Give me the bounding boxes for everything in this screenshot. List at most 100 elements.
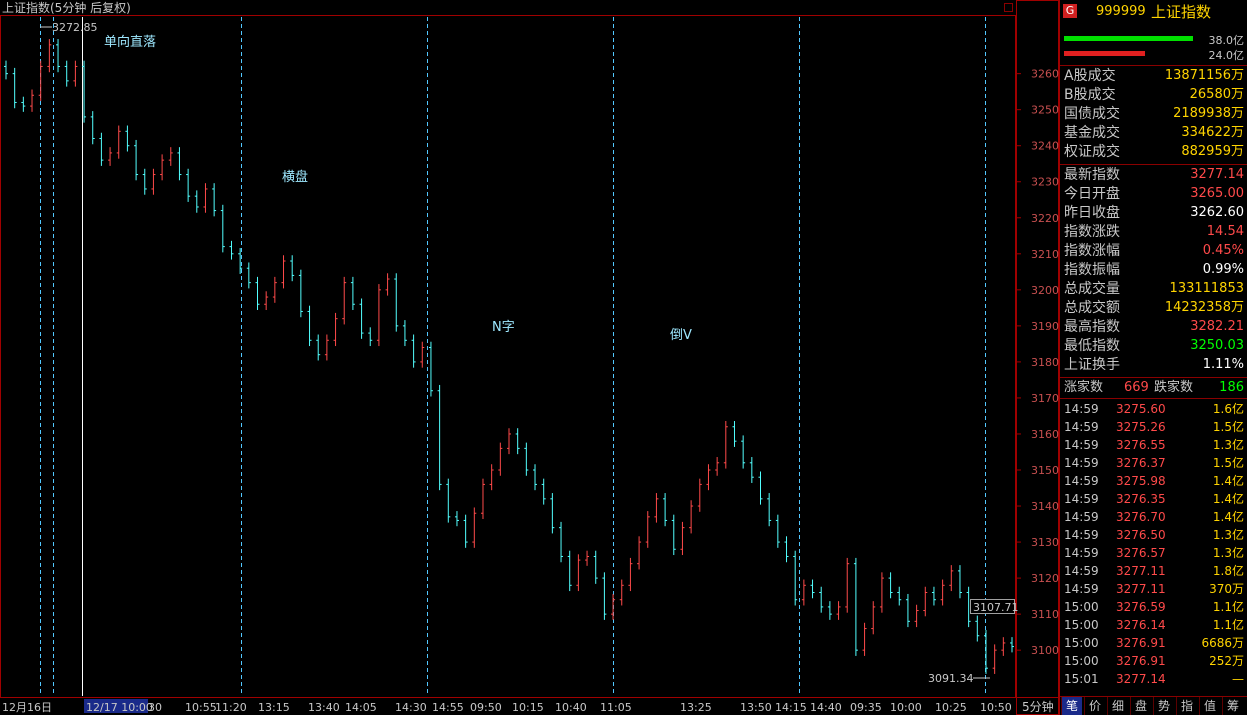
tick-time: 14:59 <box>1064 564 1099 578</box>
kline-chart: 上证指数(5分钟 后复权) 3100 3110 3120 3130 3140 3150 316… <box>0 0 1060 715</box>
stat-value: 14232358万 <box>1164 300 1244 315</box>
chart-frame <box>0 15 1016 698</box>
x-tick-label: 10:00 <box>890 701 922 714</box>
y-tick-label: 3200 <box>1031 284 1059 297</box>
divider <box>1060 398 1247 399</box>
y-tick-label: 3140 <box>1031 500 1059 513</box>
divider <box>1060 65 1247 66</box>
y-tick-label: 3100 <box>1031 644 1059 657</box>
tick-time: 14:59 <box>1064 420 1099 434</box>
annotation-0: 单向直落 <box>104 34 156 50</box>
tick-price: 3276.55 <box>1116 438 1166 452</box>
tick-time: 15:00 <box>1064 600 1099 614</box>
tick-row: 15:00 3276.14 1.1亿 <box>1060 616 1247 634</box>
stat-row: 指数涨幅 0.45% <box>1060 242 1247 260</box>
stat-value: 0.45% <box>1202 243 1244 258</box>
stat-label: 最高指数 <box>1064 319 1120 335</box>
x-tick-label: 14:05 <box>345 701 377 714</box>
tick-row: 15:00 3276.59 1.1亿 <box>1060 598 1247 616</box>
tab-4[interactable]: 势 <box>1153 697 1174 715</box>
tab-6[interactable]: 值 <box>1199 697 1220 715</box>
x-tick-label: 10:15 <box>512 701 544 714</box>
y-tick-label: 3130 <box>1031 536 1059 549</box>
y-tick-label: 3240 <box>1031 140 1059 153</box>
tick-time: 14:59 <box>1064 402 1099 416</box>
stat-row: 最高指数 3282.21 <box>1060 318 1247 336</box>
tick-price: 3276.59 <box>1116 600 1166 614</box>
stat-label: 指数涨跌 <box>1064 224 1120 240</box>
stat-value: 3262.60 <box>1190 205 1244 220</box>
volume-row: A股成交 13871156万 <box>1060 67 1247 85</box>
maximize-icon <box>1004 3 1013 12</box>
high-label: 3272.85 <box>52 21 98 34</box>
tab-1[interactable]: 价 <box>1084 697 1105 715</box>
tick-volume: 1.3亿 <box>1212 438 1244 452</box>
volume-label: B股成交 <box>1064 87 1116 103</box>
stat-value: 3250.03 <box>1190 338 1244 353</box>
tab-2[interactable]: 细 <box>1107 697 1128 715</box>
tick-price: 3276.14 <box>1116 618 1166 632</box>
sell-power-value: 24.0亿 <box>1208 49 1245 62</box>
stat-label: 昨日收盘 <box>1064 205 1120 221</box>
tick-time: 14:59 <box>1064 492 1099 506</box>
y-tick-label: 3120 <box>1031 572 1059 585</box>
stat-value: 3282.21 <box>1190 319 1244 334</box>
stat-value: 3265.00 <box>1190 186 1244 201</box>
volume-value: 13871156万 <box>1164 68 1244 83</box>
g-logo-icon: G <box>1063 4 1077 18</box>
x-tick-label: 09:35 <box>850 701 882 714</box>
y-tick-label: 3170 <box>1031 392 1059 405</box>
volume-label: 国债成交 <box>1064 106 1120 122</box>
tab-0[interactable]: 笔 <box>1061 697 1082 715</box>
stat-label: 上证换手 <box>1064 357 1120 373</box>
tick-row: 14:59 3276.50 1.3亿 <box>1060 526 1247 544</box>
tick-time: 14:59 <box>1064 438 1099 452</box>
stat-label: 指数涨幅 <box>1064 243 1120 259</box>
stat-value: 0.99% <box>1202 262 1244 277</box>
tick-price: 3277.11 <box>1116 582 1166 596</box>
y-tick-label: 3250 <box>1031 104 1059 117</box>
tab-7[interactable]: 筹 <box>1222 697 1243 715</box>
stat-label: 最新指数 <box>1064 167 1120 183</box>
ticker-code: 999999 <box>1096 4 1146 19</box>
tick-time: 14:59 <box>1064 528 1099 542</box>
stat-label: 总成交额 <box>1064 300 1120 316</box>
tick-volume: 1.3亿 <box>1212 546 1244 560</box>
tick-time: 14:59 <box>1064 546 1099 560</box>
volume-row: B股成交 26580万 <box>1060 86 1247 104</box>
stat-row: 最新指数 3277.14 <box>1060 166 1247 184</box>
x-tick-label: 10:25 <box>935 701 967 714</box>
window-title: 上证指数(5分钟 后复权) <box>2 0 131 15</box>
down-count-label: 跌家数 <box>1154 380 1194 395</box>
stat-row: 指数涨跌 14.54 <box>1060 223 1247 241</box>
timeframe-button: 5分钟 <box>1022 699 1054 714</box>
stat-value: 14.54 <box>1206 224 1244 239</box>
x-tick-label: 13:50 <box>740 701 772 714</box>
volume-label: 权证成交 <box>1064 144 1120 160</box>
x-tick-label: 10:50 <box>980 701 1012 714</box>
tick-volume: 1.5亿 <box>1212 420 1244 434</box>
x-tick-label: 13:15 <box>258 701 290 714</box>
annotation-2: N字 <box>492 320 515 335</box>
tick-time: 14:59 <box>1064 510 1099 524</box>
tick-price: 3275.26 <box>1116 420 1166 434</box>
stat-value: 1.11% <box>1202 357 1244 372</box>
low-label: 3091.34 <box>928 672 974 685</box>
stat-row: 上证换手 1.11% <box>1060 356 1247 374</box>
tick-row: 14:59 3275.98 1.4亿 <box>1060 472 1247 490</box>
tick-row: 14:59 3275.60 1.6亿 <box>1060 400 1247 418</box>
volume-label: A股成交 <box>1064 68 1116 84</box>
stat-label: 指数振幅 <box>1064 262 1120 278</box>
annotation-1: 横盘 <box>282 169 308 185</box>
tick-volume: 1.1亿 <box>1212 618 1244 632</box>
tick-time: 15:00 <box>1064 636 1099 650</box>
annotation-3: 倒V <box>670 328 692 343</box>
tab-5[interactable]: 指 <box>1176 697 1197 715</box>
tick-row: 14:59 3276.37 1.5亿 <box>1060 454 1247 472</box>
x-tick-label: 30 <box>148 701 162 714</box>
tick-time: 14:59 <box>1064 474 1099 488</box>
up-count-label: 涨家数 <box>1064 380 1104 395</box>
volume-value: 2189938万 <box>1173 106 1244 121</box>
tab-3[interactable]: 盘 <box>1130 697 1151 715</box>
tick-price: 3276.35 <box>1116 492 1166 506</box>
